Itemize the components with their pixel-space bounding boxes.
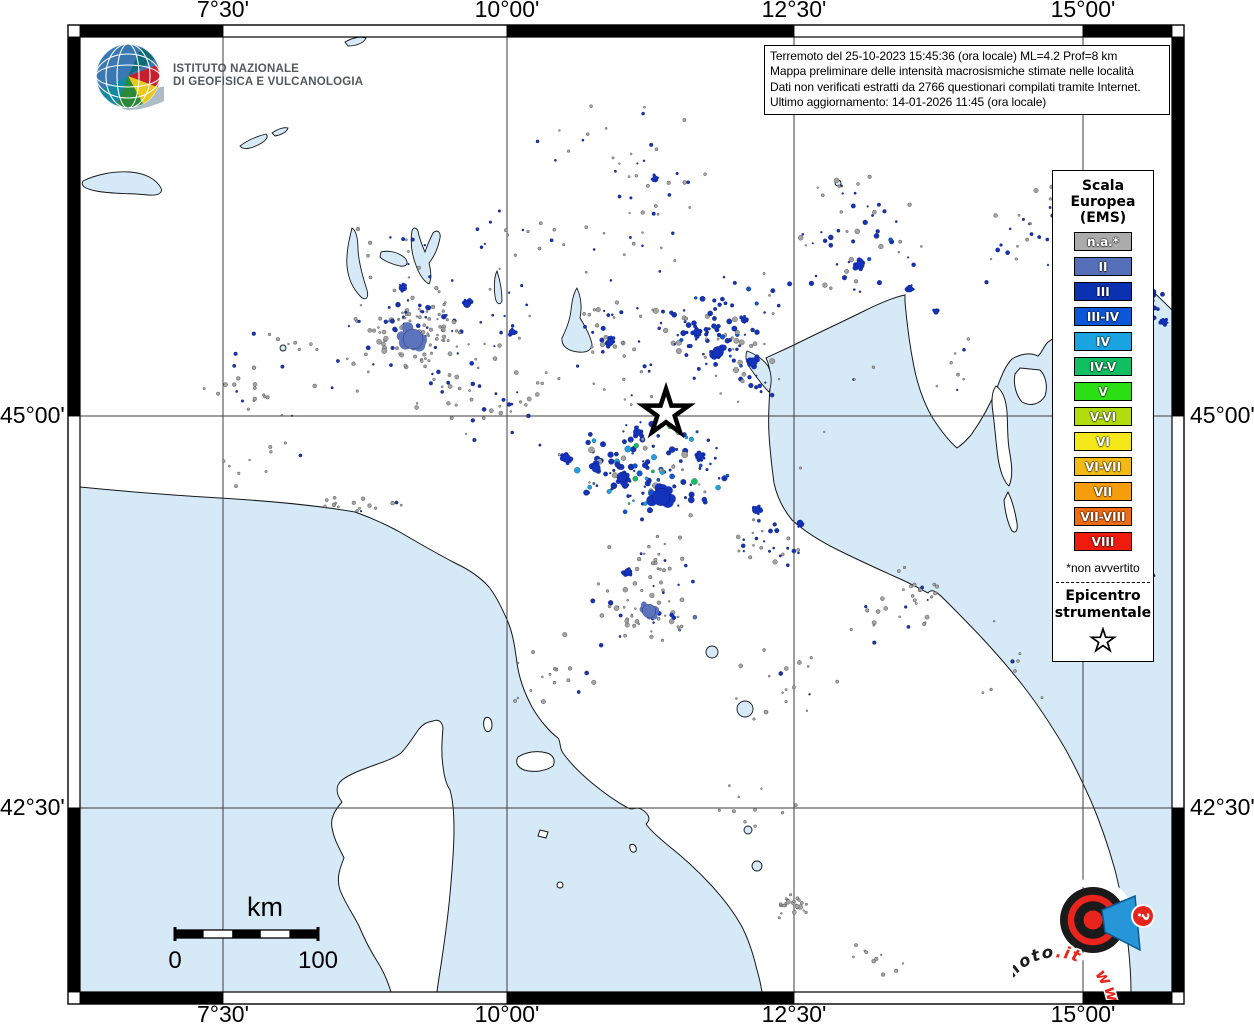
legend-swatch-label: VI	[1096, 434, 1110, 449]
ingv-globe-icon	[96, 44, 164, 110]
legend-swatch-label: IV	[1096, 334, 1110, 349]
watermark-url-text: www.haisentitoilterremoto.it	[1013, 942, 1124, 1000]
legend-swatch-label: III	[1096, 284, 1110, 299]
scale-bar-unit: km	[247, 892, 283, 922]
axis-label-bottom-1: 10°00'	[474, 1001, 540, 1024]
haisentitoilterremoto-watermark: ? www.haisentitoilterremoto.it	[1013, 878, 1155, 1000]
legend-swatch-vi: VI	[1074, 432, 1132, 451]
legend-swatch-viiviii: VII-VIII	[1074, 507, 1132, 526]
legend-swatch-label: V	[1098, 384, 1108, 399]
scale-bar: km 0 100	[168, 892, 338, 974]
axis-label-bottom-2: 12°30'	[761, 1001, 827, 1024]
lake-trasimeno	[705, 645, 719, 659]
lake-vico	[743, 825, 753, 835]
axis-label-left-0: 45°00'	[0, 402, 65, 428]
legend-swatch-vii: VII	[1074, 482, 1132, 501]
legend-swatch-label: II	[1098, 259, 1108, 274]
legend-footnote: *non avvertito	[1066, 561, 1140, 575]
legend-swatch-label: VII	[1093, 484, 1113, 499]
island-montecristo	[556, 881, 564, 889]
legend-swatch-label: IV-V	[1089, 359, 1117, 374]
legend-divider	[1056, 582, 1150, 583]
intensity-map-page: 7°30' 7°30' 10°00' 10°00' 12°30' 12°30' 15°00'…	[0, 0, 1254, 1024]
island-elba	[516, 751, 555, 772]
axis-label-bottom-0: 7°30'	[197, 1001, 249, 1024]
scale-bar-start: 0	[168, 947, 181, 974]
legend-swatch-viii: VIII	[1074, 532, 1132, 551]
island-krk	[1013, 367, 1047, 405]
info-line-questionnaires: Dati non verificati estratti da 2766 que…	[770, 79, 1141, 94]
ems-scale-legend: Scala Europea (EMS) n.a.* II III III-IV IV IV…	[1052, 170, 1154, 662]
lake-bolsena	[736, 700, 754, 718]
info-line-updated: Ultimo aggiornamento: 14-01-2026 11:45 (…	[770, 95, 1047, 110]
legend-epicenter-line1: Epicentro	[1065, 588, 1141, 604]
info-line-map-type: Mappa preliminare delle intensità macros…	[770, 64, 1134, 79]
island-capraia	[483, 716, 493, 733]
legend-swatch-v: V	[1074, 382, 1132, 401]
info-line-event: Terremoto del 25-10-2023 15:45:36 (ora l…	[770, 49, 1118, 63]
lake-small-po	[279, 344, 287, 352]
axis-label-top-2: 12°30'	[761, 0, 827, 22]
ingv-logo-text: ISTITUTO NAZIONALE DI GEOFISICA E VULCAN…	[173, 63, 363, 90]
legend-swatch-na: n.a.*	[1074, 232, 1132, 251]
legend-swatch-vvi: V-VI	[1074, 407, 1132, 426]
legend-swatch-vivii: VI-VII	[1074, 457, 1132, 476]
ingv-logo: ISTITUTO NAZIONALE DI GEOFISICA E VULCAN…	[92, 40, 363, 112]
axis-label-bottom-3: 15°00'	[1050, 1001, 1116, 1024]
island-pianosa	[537, 829, 549, 839]
legend-swatch-iiiiv: III-IV	[1074, 307, 1132, 326]
lake-bracciano	[751, 860, 763, 872]
legend-swatches: n.a.* II III III-IV IV IV-V V V-VI VI VI-VII VII VI…	[1053, 232, 1153, 551]
earthquake-info-box: Terremoto del 25-10-2023 15:45:36 (ora l…	[764, 45, 1170, 115]
legend-swatch-iii: III	[1074, 282, 1132, 301]
legend-epicenter-line2: strumentale	[1054, 605, 1152, 621]
scale-bar-end: 100	[298, 947, 338, 974]
legend-swatch-label: VI-VII	[1084, 459, 1122, 474]
ingv-name-line2: DI GEOFISICA E VULCANOLOGIA	[173, 76, 364, 88]
legend-swatch-label: VIII	[1091, 534, 1115, 549]
island-giglio	[629, 843, 637, 853]
legend-title-line2: Europea	[1070, 194, 1136, 210]
axis-label-left-1: 42°30'	[0, 794, 65, 820]
map-interior	[80, 37, 1172, 992]
legend-swatch-label: III-IV	[1086, 309, 1120, 324]
axis-label-top-1: 10°00'	[474, 0, 540, 22]
legend-swatch-iv: IV	[1074, 332, 1132, 351]
legend-swatch-ivv: IV-V	[1074, 357, 1132, 376]
axis-label-right-0: 45°00'	[1190, 402, 1254, 428]
axis-label-top-3: 15°00'	[1050, 0, 1116, 22]
legend-swatch-label: V-VI	[1089, 409, 1117, 424]
legend-epicenter-star-icon	[1088, 627, 1118, 653]
legend-swatch-label: VII-VIII	[1080, 509, 1126, 524]
axis-label-right-1: 42°30'	[1190, 794, 1254, 820]
ingv-name-line1: ISTITUTO NAZIONALE	[173, 62, 300, 75]
legend-title-line3: (EMS)	[1079, 210, 1127, 226]
legend-swatch-label: n.a.*	[1086, 234, 1120, 249]
legend-title-line1: Scala	[1081, 178, 1125, 194]
axis-label-top-0: 7°30'	[197, 0, 249, 22]
legend-swatch-ii: II	[1074, 257, 1132, 276]
